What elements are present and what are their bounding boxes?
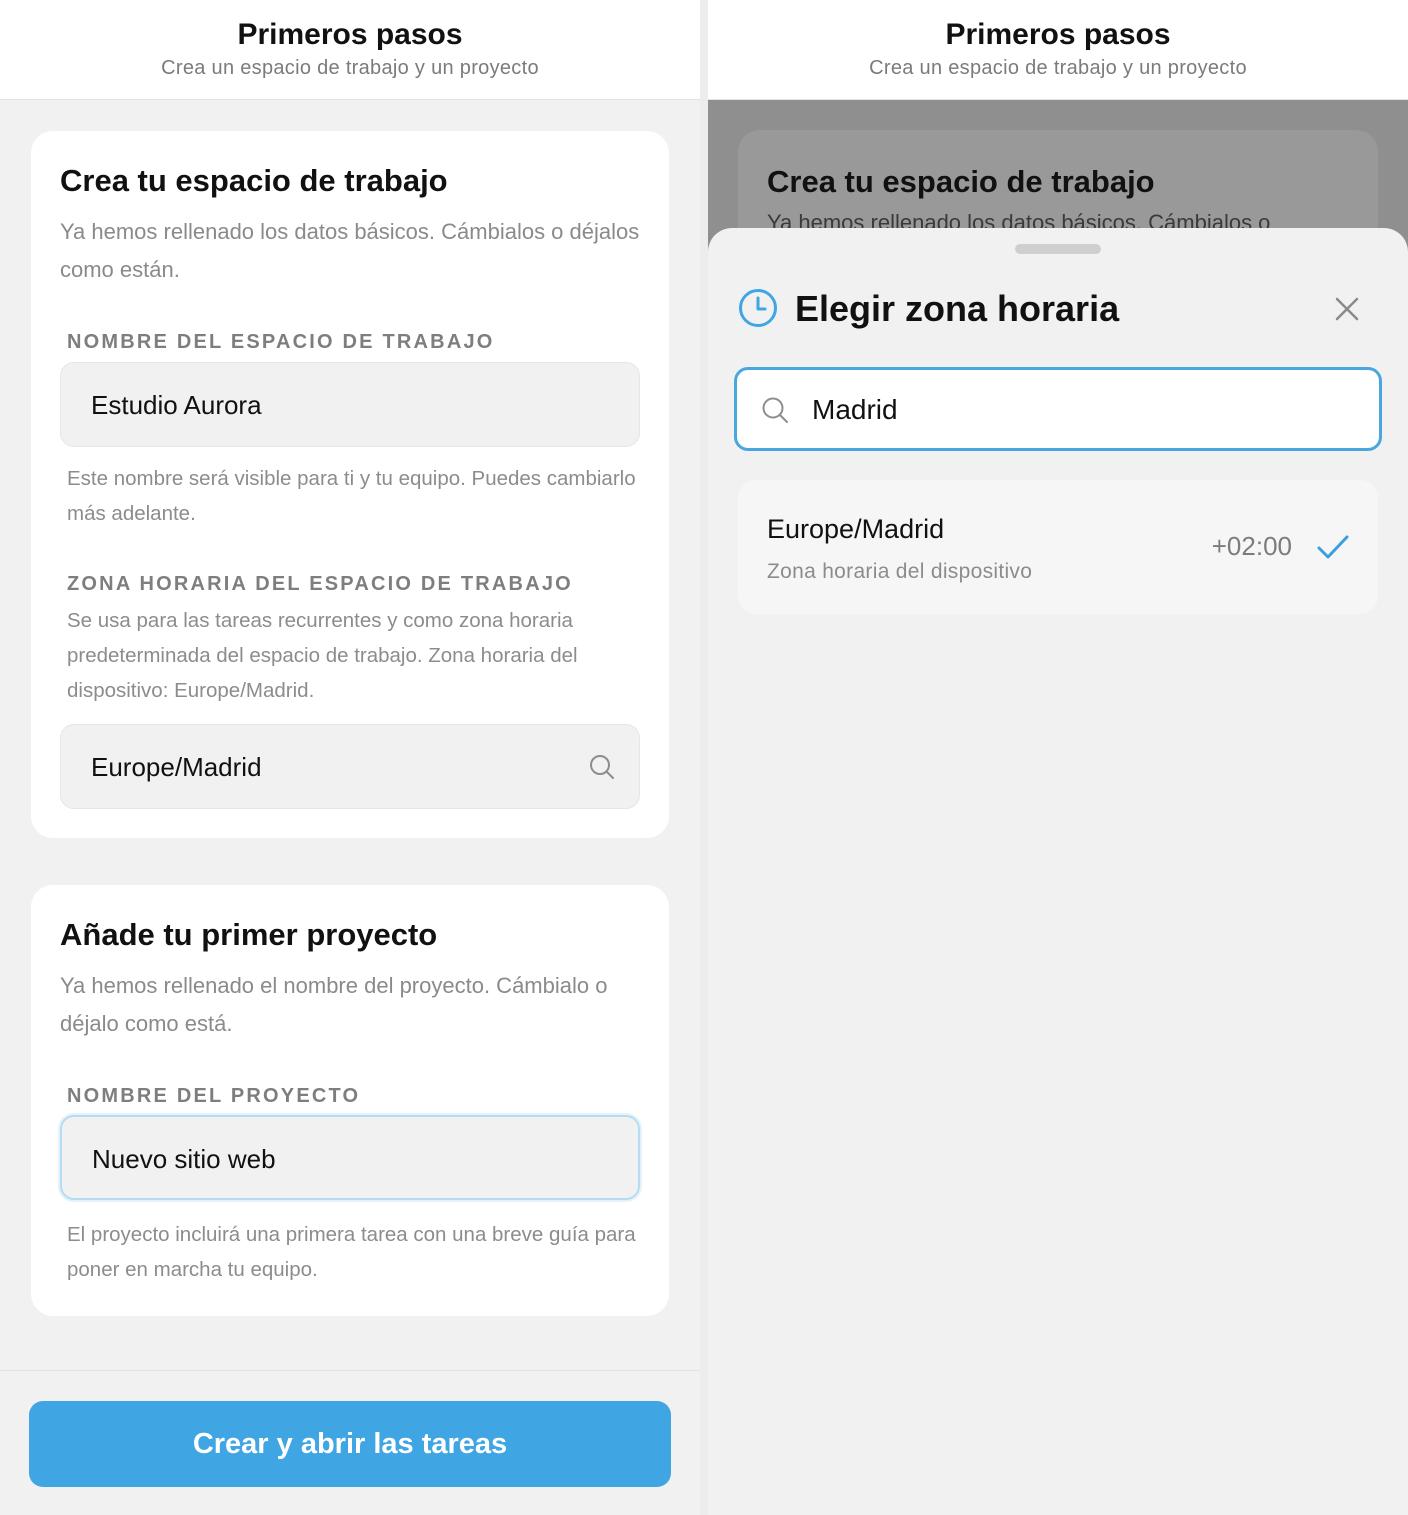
workspace-name-input[interactable]: Estudio Aurora	[60, 362, 640, 447]
sheet-drag-handle[interactable]	[1015, 244, 1101, 254]
page-title: Primeros pasos	[237, 18, 463, 51]
check-icon	[1317, 535, 1349, 559]
timezone-select[interactable]: Europe/Madrid	[60, 724, 640, 809]
workspace-card-title-dimmed: Crea tu espacio de trabajo	[767, 164, 1155, 199]
onboarding-screen: Primeros pasos Crea un espacio de trabaj…	[0, 0, 700, 1515]
page-title: Primeros pasos	[945, 18, 1171, 51]
timezone-help: Se usa para las tareas recurrentes y com…	[67, 609, 578, 702]
project-card-title: Añade tu primer proyecto	[60, 917, 438, 952]
create-and-open-button[interactable]: Crear y abrir las tareas	[29, 1401, 671, 1487]
timezone-picker-screen: Primeros pasos Crea un espacio de trabaj…	[708, 0, 1408, 1515]
screen-divider	[700, 0, 708, 1515]
timezone-option[interactable]: Europe/Madrid Zona horaria del dispositi…	[738, 480, 1378, 614]
search-query: Madrid	[812, 394, 898, 425]
project-name-value: Nuevo sitio web	[92, 1144, 276, 1174]
workspace-name-value: Estudio Aurora	[91, 390, 262, 420]
page-subtitle: Crea un espacio de trabajo y un proyecto	[161, 57, 539, 79]
footer: Crear y abrir las tareas	[0, 1370, 700, 1515]
workspace-name-help: Este nombre será visible para ti y tu eq…	[67, 467, 636, 525]
timezone-option-name: Europe/Madrid	[767, 514, 945, 544]
workspace-name-label: NOMBRE DEL ESPACIO DE TRABAJO	[67, 331, 495, 353]
sheet-title: Elegir zona horaria	[795, 288, 1120, 329]
close-icon[interactable]	[1332, 294, 1362, 324]
timezone-option-offset: +02:00	[1211, 531, 1292, 561]
search-icon	[590, 755, 614, 779]
project-card-description: Ya hemos rellenado el nombre del proyect…	[60, 973, 608, 1036]
workspace-card-description: Ya hemos rellenado los datos básicos. Cá…	[60, 219, 640, 282]
app-header: Primeros pasos Crea un espacio de trabaj…	[708, 0, 1408, 100]
project-name-help: El proyecto incluirá una primera tarea c…	[67, 1223, 636, 1281]
timezone-value: Europe/Madrid	[91, 752, 262, 782]
project-name-input[interactable]: Nuevo sitio web	[60, 1115, 640, 1200]
timezone-search-input[interactable]: Madrid	[734, 367, 1382, 451]
workspace-card: Crea tu espacio de trabajo Ya hemos rell…	[31, 131, 669, 838]
workspace-card-title: Crea tu espacio de trabajo	[60, 163, 448, 198]
search-icon	[762, 397, 788, 423]
page-subtitle: Crea un espacio de trabajo y un proyecto	[869, 57, 1247, 79]
project-card: Añade tu primer proyecto Ya hemos rellen…	[31, 885, 669, 1316]
app-header: Primeros pasos Crea un espacio de trabaj…	[0, 0, 700, 100]
timezone-bottom-sheet: Elegir zona horaria Madrid Europe/Madrid…	[708, 228, 1408, 1515]
timezone-option-subtitle: Zona horaria del dispositivo	[767, 560, 1033, 583]
clock-icon	[739, 289, 777, 327]
project-name-label: NOMBRE DEL PROYECTO	[67, 1085, 361, 1107]
timezone-label: ZONA HORARIA DEL ESPACIO DE TRABAJO	[67, 573, 573, 595]
